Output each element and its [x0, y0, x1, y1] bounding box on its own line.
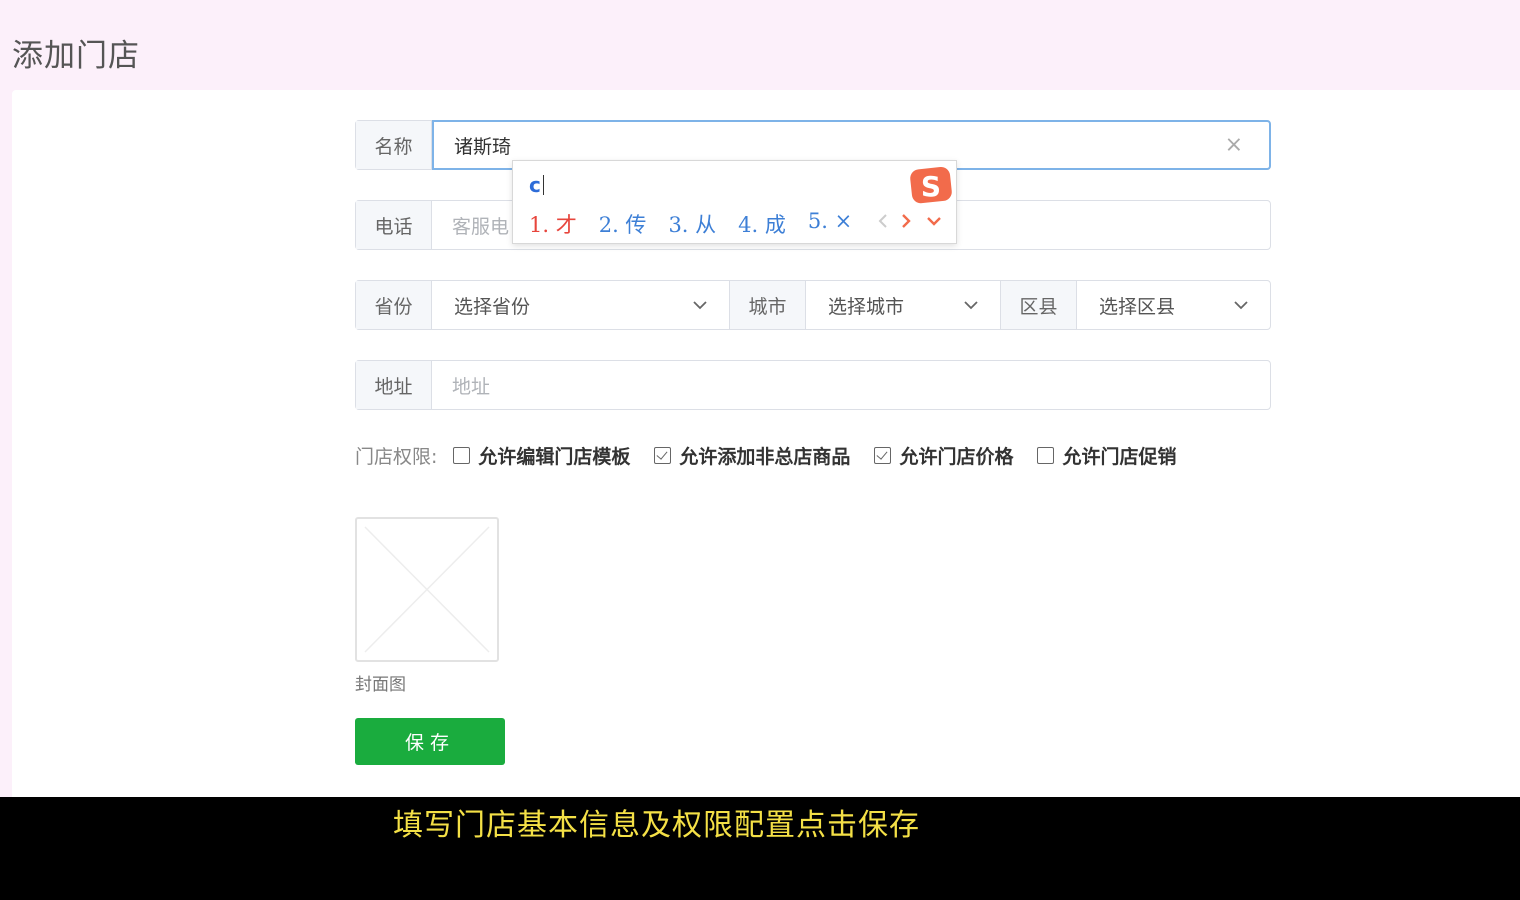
ime-candidate[interactable]: 3. 从: [668, 209, 716, 239]
ime-candidate[interactable]: 2. 传: [599, 209, 647, 239]
address-group: 地址 地址: [355, 360, 1271, 410]
ime-candidates: 1. 才 2. 传 3. 从 4. 成 5. ×: [529, 209, 874, 239]
permission-edit-template[interactable]: 允许编辑门店模板: [453, 442, 630, 469]
image-placeholder-icon: [364, 526, 490, 653]
name-label: 名称: [356, 121, 432, 169]
permission-add-non-hq-products[interactable]: 允许添加非总店商品: [654, 442, 850, 469]
checkbox[interactable]: [874, 447, 892, 464]
district-select[interactable]: 选择区县: [1077, 281, 1270, 329]
permission-add-non-hq-products-label: 允许添加非总店商品: [679, 446, 851, 468]
chevron-left-icon[interactable]: [876, 211, 890, 231]
checkbox[interactable]: [453, 447, 471, 464]
city-label: 城市: [730, 281, 806, 329]
province-value: 选择省份: [454, 295, 531, 318]
video-subtitle: 填写门店基本信息及权限配置点击保存: [393, 808, 920, 843]
ime-candidate[interactable]: 1. 才: [529, 209, 577, 239]
checkbox[interactable]: [1037, 447, 1055, 464]
permission-edit-template-label: 允许编辑门店模板: [478, 446, 631, 468]
district-value: 选择区县: [1099, 295, 1176, 318]
save-button[interactable]: 保存: [355, 718, 505, 765]
page-title: 添加门店: [12, 38, 140, 74]
ime-candidate[interactable]: 4. 成: [738, 209, 786, 239]
chevron-down-icon: [1234, 301, 1248, 310]
permissions-label: 门店权限:: [355, 446, 438, 468]
permission-store-promotion-label: 允许门店促销: [1062, 446, 1177, 468]
chevron-down-icon: [693, 301, 707, 310]
ime-composition: c: [529, 173, 544, 197]
phone-label: 电话: [356, 201, 432, 249]
sogou-logo-icon: S: [910, 166, 952, 204]
address-placeholder: 地址: [452, 375, 491, 398]
permission-store-price[interactable]: 允许门店价格: [874, 442, 1013, 469]
cover-image-upload[interactable]: [355, 517, 499, 662]
permissions-row: 门店权限: 允许编辑门店模板 允许添加非总店商品 允许门店价格 允许门店促销: [355, 442, 1200, 469]
province-select[interactable]: 选择省份: [432, 281, 730, 329]
app-window: 添加门店 名称 诸斯琦 × 电话 客服电 省份 选择省份 城市 选择城市 区县 …: [0, 0, 1520, 797]
address-input[interactable]: 地址: [432, 361, 1270, 409]
name-input-value: 诸斯琦: [454, 135, 512, 158]
svg-text:S: S: [921, 170, 941, 203]
cover-label: 封面图: [355, 675, 406, 695]
phone-placeholder: 客服电: [452, 215, 510, 238]
ime-candidate[interactable]: 5. ×: [808, 209, 852, 239]
chevron-right-icon[interactable]: [896, 211, 916, 231]
region-group: 省份 选择省份 城市 选择城市 区县 选择区县: [355, 280, 1271, 330]
city-value: 选择城市: [828, 295, 905, 318]
district-label: 区县: [1001, 281, 1077, 329]
chevron-down-icon[interactable]: [924, 211, 944, 231]
permission-store-promotion[interactable]: 允许门店促销: [1037, 442, 1176, 469]
chevron-down-icon: [964, 301, 978, 310]
province-label: 省份: [356, 281, 432, 329]
ime-candidate-popup: c S 1. 才 2. 传 3. 从 4. 成 5. ×: [512, 160, 957, 244]
checkbox[interactable]: [654, 447, 672, 464]
address-label: 地址: [356, 361, 432, 409]
clear-icon[interactable]: ×: [1225, 133, 1243, 158]
permission-store-price-label: 允许门店价格: [899, 446, 1014, 468]
ime-nav: [876, 211, 944, 231]
city-select[interactable]: 选择城市: [806, 281, 1001, 329]
